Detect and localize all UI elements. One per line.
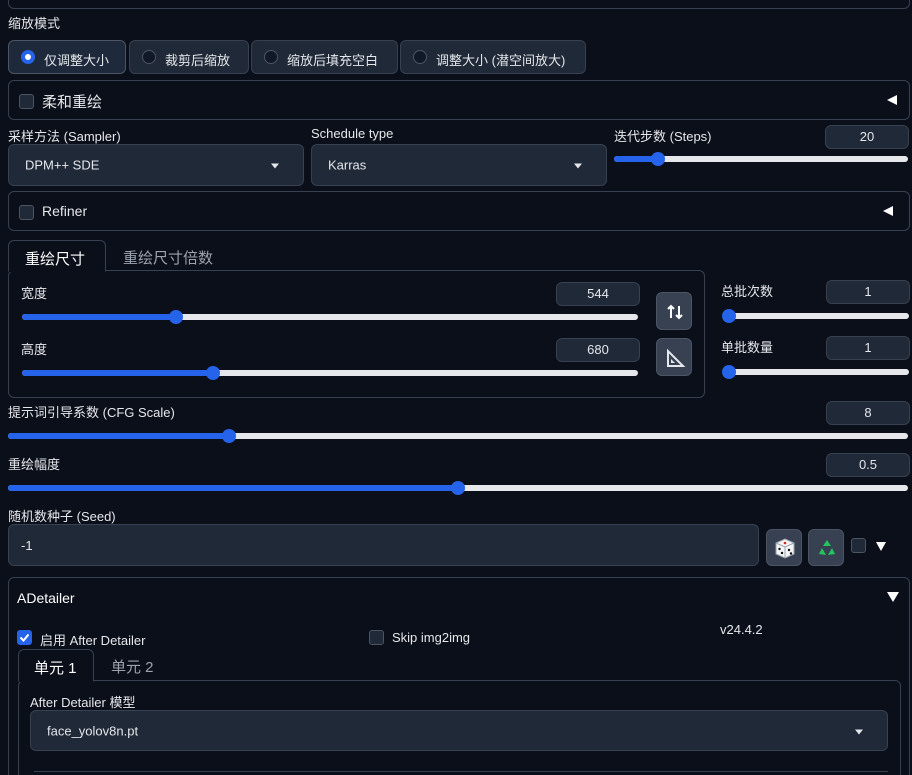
chevron-down-icon	[855, 729, 863, 734]
seed-label: 随机数种子 (Seed)	[8, 509, 116, 524]
denoise-label: 重绘幅度	[8, 457, 61, 472]
radio-icon	[413, 50, 427, 64]
collapse-arrow-icon[interactable]	[887, 95, 897, 105]
batch-size-label: 单批数量	[721, 340, 774, 355]
resize-mode-option-2-label: 裁剪后缩放	[165, 53, 231, 68]
sampler-dropdown[interactable]: DPM++ SDE	[8, 144, 304, 186]
tab-unit-2[interactable]: 单元 2	[111, 656, 154, 677]
tab-resize-size-label: 重绘尺寸	[25, 251, 86, 268]
skip-img2img-checkbox[interactable]	[369, 630, 384, 645]
checkmark-icon	[19, 633, 30, 642]
resize-mode-option-4-label: 调整大小 (潜空间放大)	[436, 53, 566, 68]
schedule-value: Karras	[328, 157, 367, 173]
width-label: 宽度	[21, 286, 48, 301]
resize-mode-label: 缩放模式	[8, 16, 61, 31]
radio-icon	[142, 50, 156, 64]
seed-value: -1	[21, 538, 33, 553]
cfg-label: 提示词引导系数 (CFG Scale)	[8, 405, 175, 420]
chevron-down-icon	[574, 163, 582, 169]
batch-count-slider[interactable]	[722, 309, 909, 323]
adetailer-title[interactable]: ADetailer	[17, 590, 75, 606]
swap-dimensions-button[interactable]	[656, 292, 692, 330]
height-slider-thumb[interactable]	[205, 366, 220, 380]
soft-inpaint-label: 柔和重绘	[42, 94, 103, 111]
radio-selected-icon	[21, 50, 35, 64]
schedule-dropdown[interactable]: Karras	[311, 144, 607, 186]
extra-seed-toggle-icon[interactable]	[876, 542, 886, 551]
height-label: 高度	[21, 342, 48, 357]
width-slider-fill	[22, 314, 176, 320]
cfg-input[interactable]: 8	[826, 401, 910, 425]
resize-mode-option-4[interactable]: 调整大小 (潜空间放大)	[400, 40, 586, 74]
soft-inpaint-checkbox[interactable]	[19, 94, 34, 109]
refiner-checkbox[interactable]	[19, 205, 34, 220]
sampler-label: 采样方法 (Sampler)	[8, 129, 121, 144]
chevron-down-icon	[271, 163, 279, 169]
refiner-accordion[interactable]: Refiner	[8, 191, 910, 231]
batch-size-slider[interactable]	[722, 365, 909, 379]
batch-size-slider-thumb[interactable]	[722, 365, 736, 379]
resize-mode-option-1-label: 仅调整大小	[44, 53, 110, 68]
adetailer-model-label: After Detailer 模型	[30, 695, 136, 710]
steps-slider-thumb[interactable]	[651, 152, 666, 166]
adetailer-model-value: face_yolov8n.pt	[47, 723, 139, 738]
width-slider[interactable]	[22, 310, 638, 324]
adetailer-model-dropdown[interactable]: face_yolov8n.pt	[30, 710, 888, 751]
seed-input[interactable]: -1	[8, 524, 759, 566]
random-seed-button[interactable]	[766, 529, 802, 566]
top-panel-edge	[8, 0, 910, 9]
schedule-label: Schedule type	[311, 126, 394, 141]
height-slider-fill	[22, 370, 213, 376]
steps-label: 迭代步数 (Steps)	[614, 129, 712, 144]
reuse-seed-button[interactable]	[808, 529, 844, 566]
tab-unit-1[interactable]: 单元 1	[18, 649, 94, 682]
denoise-slider-thumb[interactable]	[451, 481, 465, 495]
enable-adetailer-checkbox[interactable]	[17, 630, 32, 645]
tab-resize-scale[interactable]: 重绘尺寸倍数	[123, 247, 213, 268]
denoise-slider[interactable]	[8, 481, 908, 495]
batch-count-label: 总批次数	[721, 284, 774, 299]
sampler-value: DPM++ SDE	[25, 157, 100, 173]
expand-arrow-icon[interactable]	[887, 592, 899, 602]
batch-count-input[interactable]: 1	[826, 280, 910, 304]
height-input[interactable]: 680	[556, 338, 640, 362]
cfg-slider[interactable]	[8, 429, 908, 443]
swap-icon	[667, 304, 683, 320]
tab-resize-size[interactable]: 重绘尺寸	[8, 240, 106, 272]
tab-unit-1-label: 单元 1	[34, 660, 77, 677]
recycle-icon	[819, 540, 835, 555]
next-field-edge	[34, 771, 888, 775]
denoise-slider-fill	[8, 485, 458, 491]
resize-mode-option-1[interactable]: 仅调整大小	[8, 40, 126, 74]
resize-mode-option-3-label: 缩放后填充空白	[287, 53, 379, 68]
resize-mode-option-3[interactable]: 缩放后填充空白	[251, 40, 398, 74]
collapse-arrow-icon[interactable]	[883, 206, 893, 216]
denoise-input[interactable]: 0.5	[826, 453, 910, 477]
width-input[interactable]: 544	[556, 282, 640, 306]
batch-count-slider-thumb[interactable]	[722, 309, 736, 323]
batch-size-input[interactable]: 1	[826, 336, 910, 360]
steps-slider[interactable]	[614, 152, 908, 166]
triangle-ruler-icon	[667, 348, 686, 367]
soft-inpaint-accordion[interactable]: 柔和重绘	[8, 80, 910, 120]
width-slider-thumb[interactable]	[169, 310, 183, 324]
enable-adetailer-label: 启用 After Detailer	[40, 633, 146, 648]
extra-seed-checkbox[interactable]	[851, 538, 866, 553]
skip-img2img-label: Skip img2img	[392, 630, 471, 645]
dice-icon	[775, 538, 795, 559]
radio-icon	[264, 50, 278, 64]
aspect-ratio-button[interactable]	[656, 338, 692, 376]
refiner-label: Refiner	[42, 203, 88, 219]
adetailer-version: v24.4.2	[720, 622, 763, 637]
height-slider[interactable]	[22, 366, 638, 380]
cfg-slider-fill	[8, 433, 229, 439]
cfg-slider-thumb[interactable]	[221, 429, 236, 443]
steps-input[interactable]: 20	[825, 125, 909, 149]
resize-mode-option-2[interactable]: 裁剪后缩放	[129, 40, 249, 74]
